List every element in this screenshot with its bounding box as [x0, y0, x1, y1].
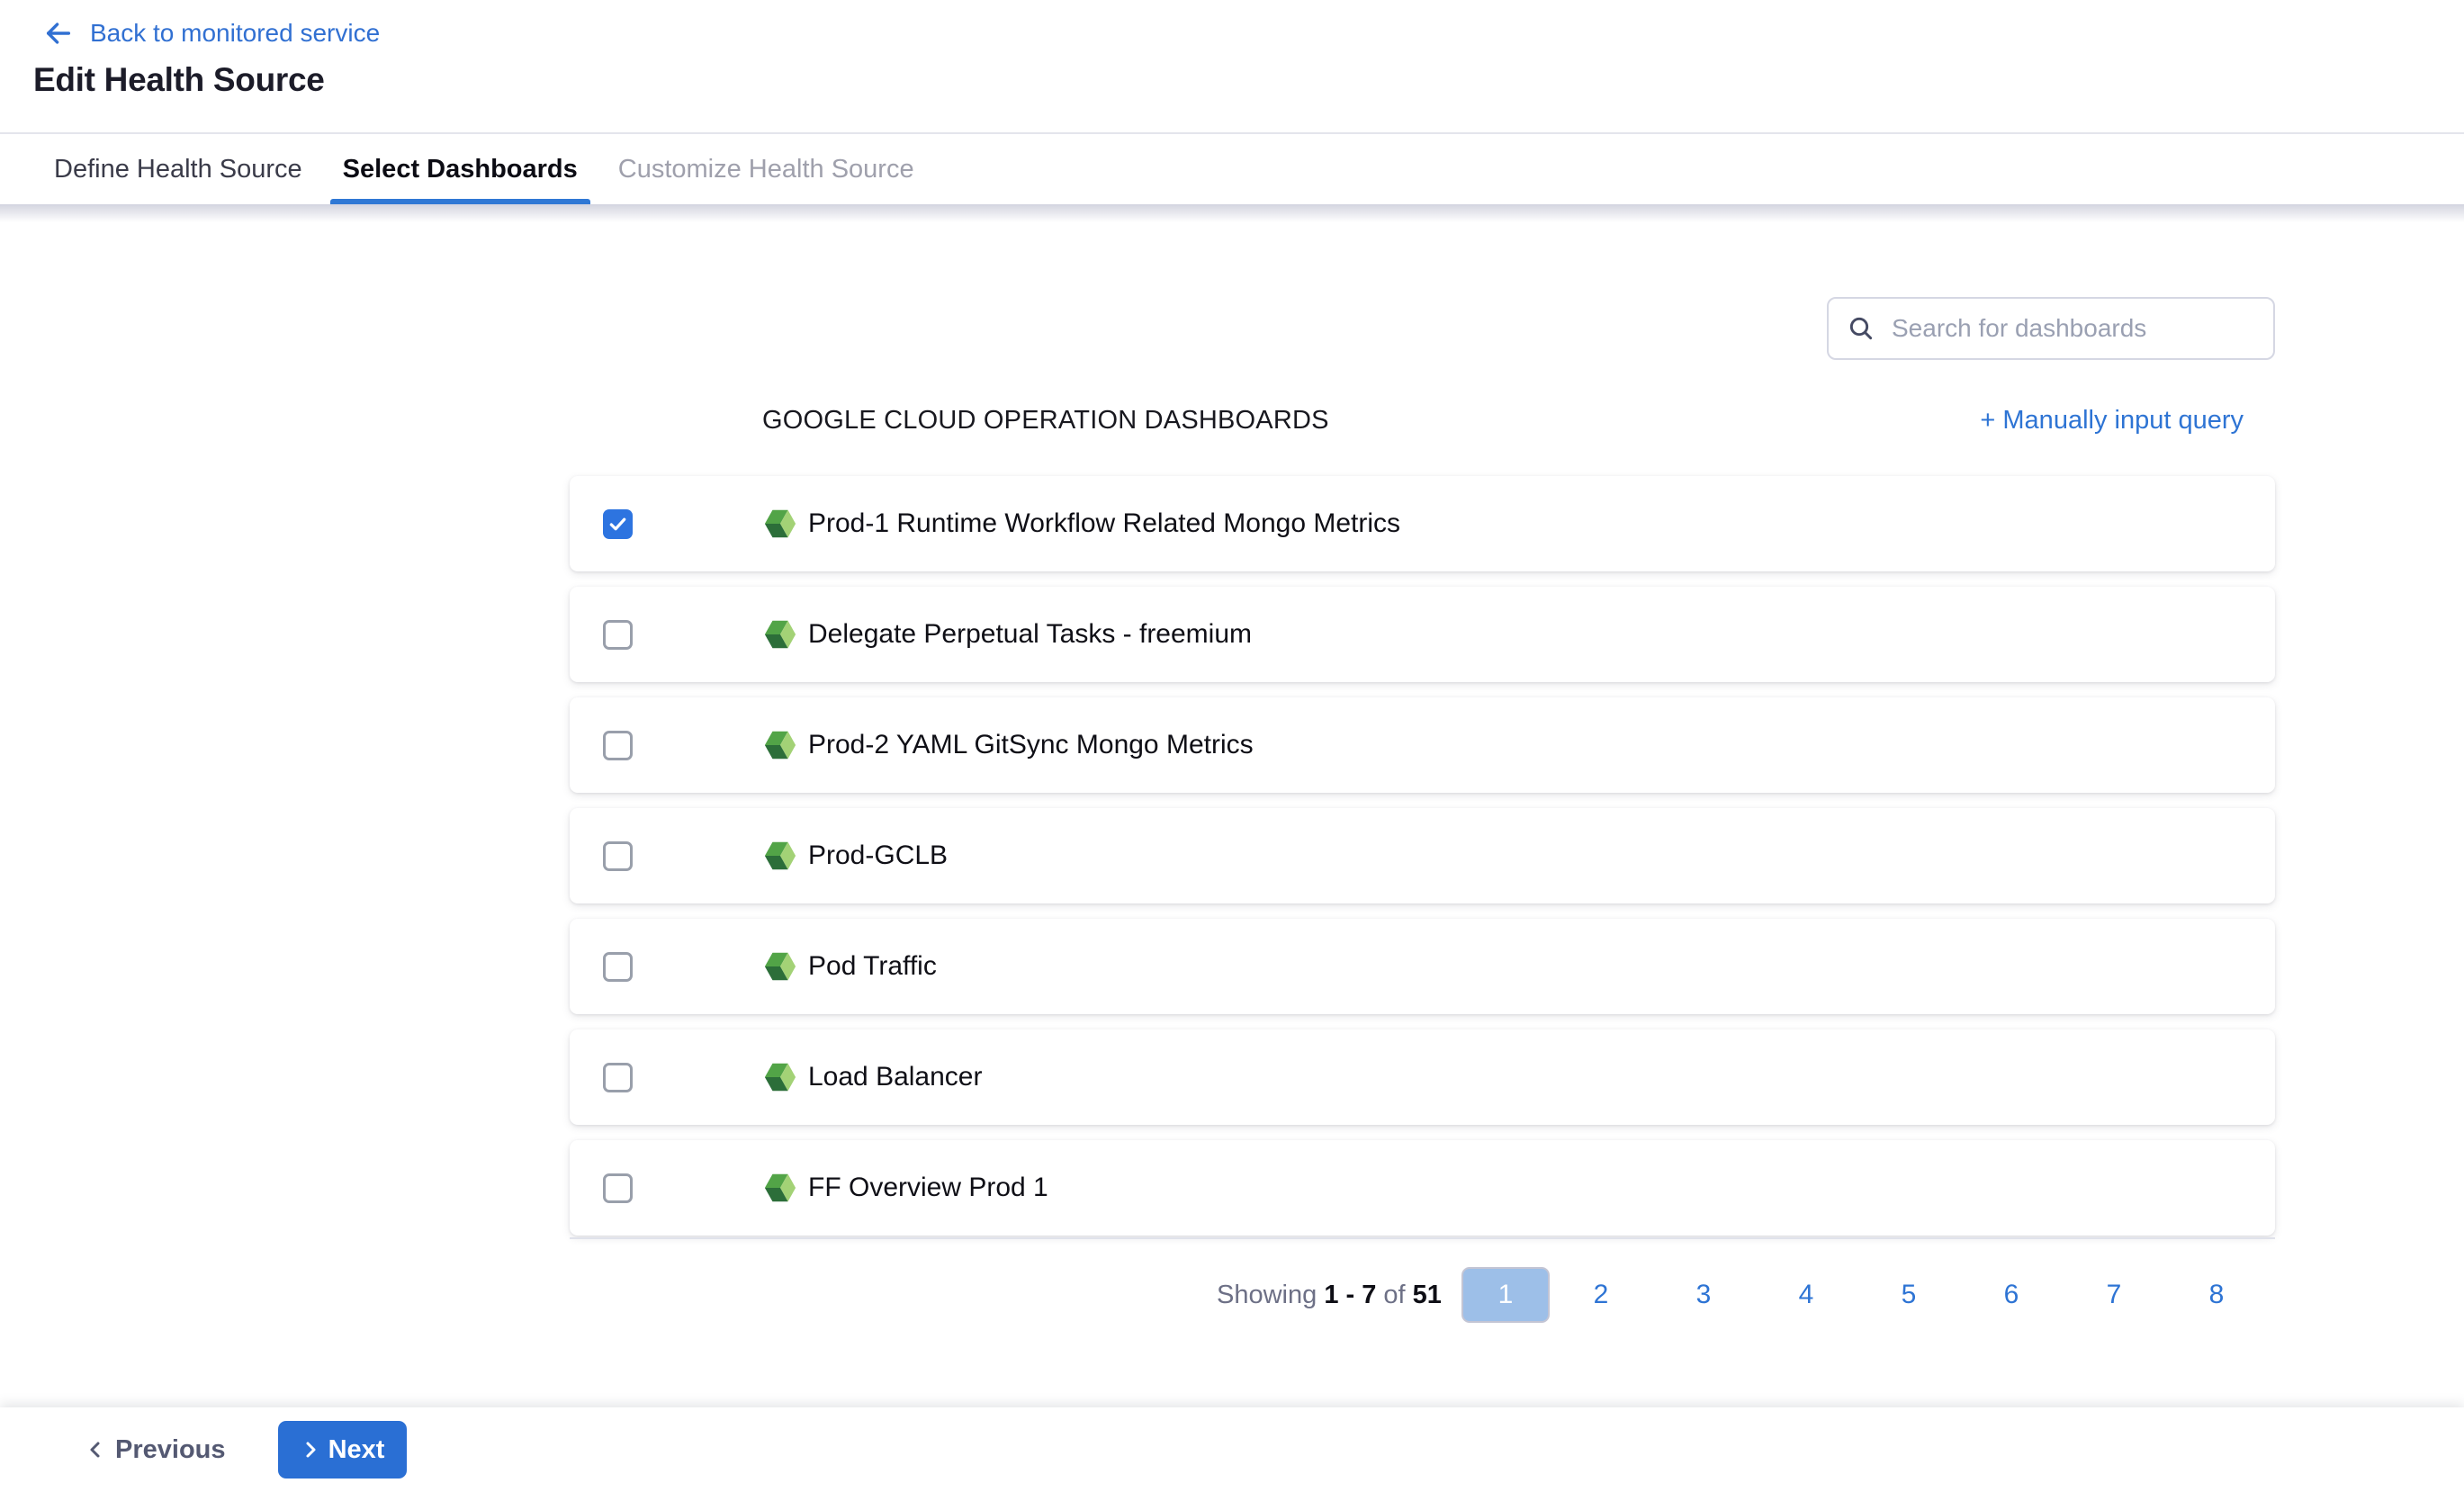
- next-button[interactable]: Next: [278, 1421, 407, 1479]
- page-button[interactable]: 2: [1550, 1280, 1652, 1310]
- page-button[interactable]: 3: [1652, 1280, 1755, 1310]
- dashboard-list: Prod-1 Runtime Workflow Related Mongo Me…: [570, 476, 2275, 1251]
- back-arrow-icon: [43, 18, 74, 49]
- dashboard-hexagon-icon: [763, 617, 797, 652]
- chevron-right-icon: [300, 1439, 321, 1461]
- next-label: Next: [328, 1435, 385, 1465]
- dashboard-row[interactable]: Prod-1 Runtime Workflow Related Mongo Me…: [570, 476, 2275, 571]
- list-bottom-divider: [570, 1237, 2275, 1239]
- dashboard-row[interactable]: Delegate Perpetual Tasks - freemium: [570, 587, 2275, 682]
- dashboard-label: Delegate Perpetual Tasks - freemium: [808, 619, 1252, 650]
- wizard-tabbar: Define Health Source Select Dashboards C…: [0, 132, 2464, 204]
- dashboard-label: Prod-1 Runtime Workflow Related Mongo Me…: [808, 508, 1400, 539]
- dashboard-label: FF Overview Prod 1: [808, 1173, 1048, 1203]
- pagination-total: 51: [1413, 1281, 1442, 1309]
- dashboard-label: Load Balancer: [808, 1062, 982, 1092]
- page-button[interactable]: 8: [2165, 1280, 2268, 1310]
- tab-define-health-source[interactable]: Define Health Source: [41, 134, 315, 204]
- pagination: Showing 1 - 7 of 51 1 2 3 4 5 6 7 8: [1217, 1263, 2268, 1326]
- dashboard-checkbox[interactable]: [603, 841, 633, 871]
- dashboard-row[interactable]: FF Overview Prod 1: [570, 1140, 2275, 1236]
- back-link-label: Back to monitored service: [90, 19, 380, 48]
- page-title: Edit Health Source: [33, 61, 325, 99]
- page-button[interactable]: 5: [1857, 1280, 1960, 1310]
- dashboard-checkbox[interactable]: [603, 1173, 633, 1203]
- dashboard-row[interactable]: Prod-2 YAML GitSync Mongo Metrics: [570, 697, 2275, 793]
- dashboard-hexagon-icon: [763, 949, 797, 984]
- dashboard-hexagon-icon: [763, 1060, 797, 1094]
- dashboard-row[interactable]: Prod-GCLB: [570, 808, 2275, 903]
- dashboard-hexagon-icon: [763, 507, 797, 541]
- dashboard-hexagon-icon: [763, 1171, 797, 1205]
- dashboard-row[interactable]: Load Balancer: [570, 1029, 2275, 1125]
- previous-button[interactable]: Previous: [85, 1435, 226, 1465]
- dashboard-hexagon-icon: [763, 839, 797, 873]
- section-heading: GOOGLE CLOUD OPERATION DASHBOARDS: [762, 406, 1329, 436]
- dashboard-hexagon-icon: [763, 728, 797, 762]
- page-button[interactable]: 4: [1755, 1280, 1857, 1310]
- dashboard-label: Prod-GCLB: [808, 840, 948, 871]
- footer-bar: Previous Next: [0, 1407, 2464, 1492]
- dashboard-row[interactable]: Pod Traffic: [570, 919, 2275, 1014]
- dashboard-checkbox[interactable]: [603, 731, 633, 760]
- page-links: 2 3 4 5 6 7 8: [1550, 1280, 2268, 1310]
- search-input[interactable]: [1890, 313, 2273, 344]
- tab-select-dashboards[interactable]: Select Dashboards: [330, 134, 590, 204]
- dashboard-checkbox[interactable]: [603, 952, 633, 982]
- page-button[interactable]: 6: [1960, 1280, 2063, 1310]
- previous-label: Previous: [115, 1435, 226, 1465]
- section-head: GOOGLE CLOUD OPERATION DASHBOARDS + Manu…: [570, 400, 2275, 441]
- pagination-summary: Showing 1 - 7 of 51: [1217, 1281, 1442, 1310]
- dashboard-checkbox[interactable]: [603, 509, 633, 539]
- edit-health-source-page: Back to monitored service Edit Health So…: [0, 0, 2464, 1492]
- dashboard-label: Prod-2 YAML GitSync Mongo Metrics: [808, 730, 1254, 760]
- page-button[interactable]: 7: [2063, 1280, 2165, 1310]
- page-button-active[interactable]: 1: [1461, 1267, 1550, 1323]
- dashboard-checkbox[interactable]: [603, 1063, 633, 1092]
- manually-input-query-link[interactable]: + Manually input query: [1980, 406, 2244, 436]
- dashboard-search: [1827, 297, 2275, 360]
- search-icon: [1829, 314, 1890, 343]
- tab-customize-health-source[interactable]: Customize Health Source: [606, 134, 927, 204]
- dashboard-label: Pod Traffic: [808, 951, 937, 982]
- back-to-monitored-service-link[interactable]: Back to monitored service: [43, 18, 380, 49]
- chevron-left-icon: [85, 1439, 106, 1461]
- pagination-range: 1 - 7: [1324, 1281, 1376, 1309]
- dashboard-checkbox[interactable]: [603, 620, 633, 650]
